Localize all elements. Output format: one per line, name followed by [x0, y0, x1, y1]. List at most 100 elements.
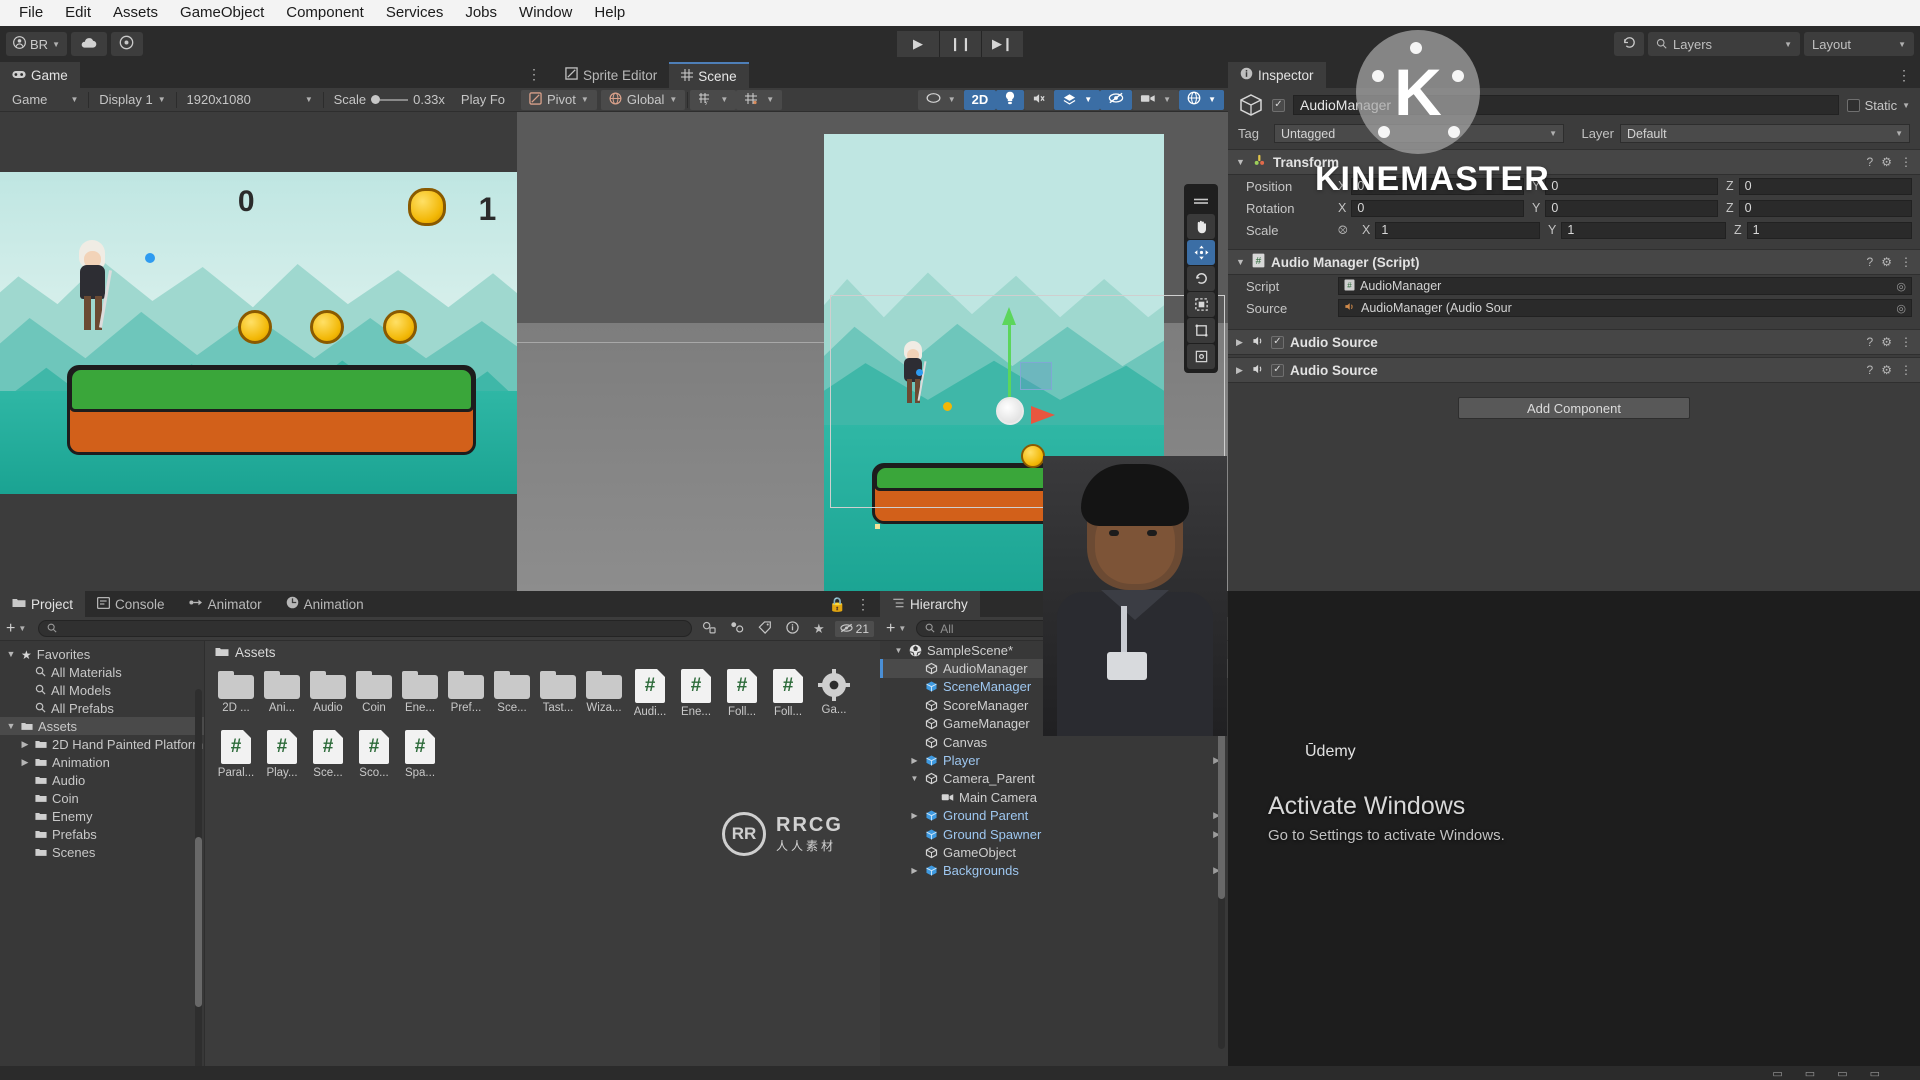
toggle-2d[interactable]: 2D: [963, 89, 997, 110]
project-tree-item[interactable]: Enemy: [0, 807, 204, 825]
project-tree-item[interactable]: ▼ Assets: [0, 717, 204, 735]
hand-tool-button[interactable]: [1187, 214, 1215, 239]
asset-cell[interactable]: Ga...: [811, 669, 857, 718]
asset-cell[interactable]: # Foll...: [765, 669, 811, 718]
project-tree-item[interactable]: All Materials: [0, 663, 204, 681]
scale-y-field[interactable]: 1: [1561, 221, 1726, 239]
account-button[interactable]: BR ▼: [6, 32, 67, 56]
asset-cell[interactable]: Pref...: [443, 669, 489, 718]
asset-cell[interactable]: Coin: [351, 669, 397, 718]
toggle-fx[interactable]: ▼: [1054, 89, 1101, 110]
tree-expand-arrow-icon[interactable]: ▶: [20, 739, 30, 750]
asset-cell[interactable]: # Audi...: [627, 669, 673, 718]
asset-cell[interactable]: # Ene...: [673, 669, 719, 718]
rotation-z-field[interactable]: 0: [1738, 199, 1912, 217]
preset-icon[interactable]: ⚙: [1881, 255, 1892, 269]
component-header-audio-source-1[interactable]: ▶ ✓ Audio Source ? ⚙ ⋮: [1228, 329, 1920, 355]
camera-dropdown[interactable]: ▼: [1132, 89, 1180, 110]
hierarchy-item[interactable]: Main Camera: [880, 788, 1228, 806]
hierarchy-item[interactable]: ▶ Player ▶: [880, 751, 1228, 769]
project-tree-item[interactable]: ▶ Animation: [0, 753, 204, 771]
hierarchy-expand-arrow-icon[interactable]: ▶: [909, 811, 920, 820]
menu-item-file[interactable]: File: [8, 1, 54, 25]
menu-item-services[interactable]: Services: [375, 1, 455, 25]
toggle-audio[interactable]: [1024, 89, 1055, 110]
hierarchy-item[interactable]: GameObject: [880, 843, 1228, 861]
object-picker-icon[interactable]: ◎: [1896, 302, 1906, 315]
tab-animation[interactable]: Animation: [273, 591, 376, 617]
tab-game[interactable]: Game: [0, 62, 80, 88]
rotation-x-field[interactable]: 0: [1351, 199, 1524, 217]
asset-cell[interactable]: # Spa...: [397, 730, 443, 779]
project-tree-item[interactable]: All Prefabs: [0, 699, 204, 717]
tray-icon-3[interactable]: ▭: [1837, 1067, 1847, 1080]
toggle-lighting[interactable]: [996, 89, 1025, 110]
audio-source-enabled-checkbox[interactable]: ✓: [1271, 363, 1284, 377]
asset-cell[interactable]: Audio: [305, 669, 351, 718]
tab-console[interactable]: Console: [85, 591, 177, 617]
filter-type-icon[interactable]: [726, 621, 748, 637]
project-tree-item[interactable]: All Models: [0, 681, 204, 699]
rotation-y-field[interactable]: 0: [1545, 199, 1718, 217]
scale-x-field[interactable]: 1: [1375, 221, 1540, 239]
asset-cell[interactable]: # Sco...: [351, 730, 397, 779]
hierarchy-expand-arrow-icon[interactable]: ▼: [909, 774, 920, 783]
hierarchy-create-button[interactable]: + ▼: [886, 620, 906, 638]
tab-scene[interactable]: Scene: [669, 62, 749, 88]
script-object-field[interactable]: # AudioManager ◎: [1338, 277, 1912, 295]
inspector-panel-menu[interactable]: ⋮: [1897, 67, 1912, 84]
component-menu-icon[interactable]: ⋮: [1900, 363, 1912, 377]
tray-icon-1[interactable]: ▭: [1772, 1067, 1782, 1080]
menu-item-window[interactable]: Window: [508, 1, 583, 25]
layers-dropdown[interactable]: Layers ▼: [1648, 32, 1800, 56]
shading-mode-dropdown[interactable]: ▼: [917, 89, 964, 110]
asset-cell[interactable]: # Play...: [259, 730, 305, 779]
game-aspect-dropdown[interactable]: Game ▼: [4, 90, 86, 110]
hierarchy-item[interactable]: Ground Spawner ▶: [880, 825, 1228, 843]
tree-expand-arrow-icon[interactable]: ▼: [6, 649, 16, 659]
filter-label-icon[interactable]: [754, 620, 776, 637]
hierarchy-item[interactable]: ▶ Backgrounds ▶: [880, 862, 1228, 880]
menu-item-gameobject[interactable]: GameObject: [169, 1, 275, 25]
game-view-render[interactable]: 0 1: [0, 172, 517, 494]
foldout-arrow-icon[interactable]: ▶: [1236, 337, 1246, 348]
asset-grid[interactable]: 2D ... Ani... Audio Coin Ene... Pref... Sce...…: [205, 663, 880, 797]
chevron-down-icon[interactable]: ▼: [1902, 101, 1910, 110]
project-tree-item[interactable]: Scenes: [0, 843, 204, 861]
help-icon[interactable]: ?: [1867, 335, 1874, 349]
scale-z-field[interactable]: 1: [1746, 221, 1912, 239]
scale-tool-button[interactable]: [1187, 292, 1215, 317]
layout-dropdown[interactable]: Layout ▼: [1804, 32, 1914, 56]
asset-cell[interactable]: Tast...: [535, 669, 581, 718]
preset-icon[interactable]: ⚙: [1881, 335, 1892, 349]
help-icon[interactable]: ?: [1867, 255, 1874, 269]
global-dropdown[interactable]: Global ▼: [600, 89, 686, 110]
project-tree-item[interactable]: Coin: [0, 789, 204, 807]
gizmo-y-axis-arrow[interactable]: [1002, 307, 1016, 325]
component-menu-icon[interactable]: ⋮: [1900, 155, 1912, 169]
create-asset-button[interactable]: + ▼: [6, 620, 26, 638]
project-tree-item[interactable]: ▶ 2D Hand Painted Platform: [0, 735, 204, 753]
static-checkbox[interactable]: [1846, 98, 1860, 112]
tab-project[interactable]: Project: [0, 591, 86, 617]
transform-tool-button[interactable]: [1187, 344, 1215, 369]
tool-drag-handle[interactable]: [1187, 188, 1215, 213]
asset-cell[interactable]: Ani...: [259, 669, 305, 718]
asset-cell[interactable]: # Paral...: [213, 730, 259, 779]
slider-handle[interactable]: [371, 95, 381, 104]
pause-button[interactable]: ❙❙: [939, 31, 981, 57]
asset-cell[interactable]: Ene...: [397, 669, 443, 718]
add-component-button[interactable]: Add Component: [1458, 397, 1690, 419]
object-enabled-checkbox[interactable]: ✓: [1272, 98, 1285, 112]
position-y-field[interactable]: 0: [1545, 177, 1718, 195]
project-tree-item[interactable]: ▼ ★ Favorites: [0, 645, 204, 663]
filter-info-icon[interactable]: [782, 620, 803, 637]
tree-expand-arrow-icon[interactable]: ▼: [6, 721, 16, 731]
game-scale-slider[interactable]: Scale 0.33x: [326, 90, 453, 110]
asset-cell[interactable]: 2D ...: [213, 669, 259, 718]
favorite-star-icon[interactable]: ★: [809, 621, 829, 637]
project-tree-item[interactable]: Prefabs: [0, 825, 204, 843]
source-object-field[interactable]: AudioManager (Audio Sour ◎: [1338, 299, 1912, 317]
project-panel-menu[interactable]: ⋮: [856, 596, 870, 613]
hierarchy-item[interactable]: ▶ Ground Parent ▶: [880, 807, 1228, 825]
